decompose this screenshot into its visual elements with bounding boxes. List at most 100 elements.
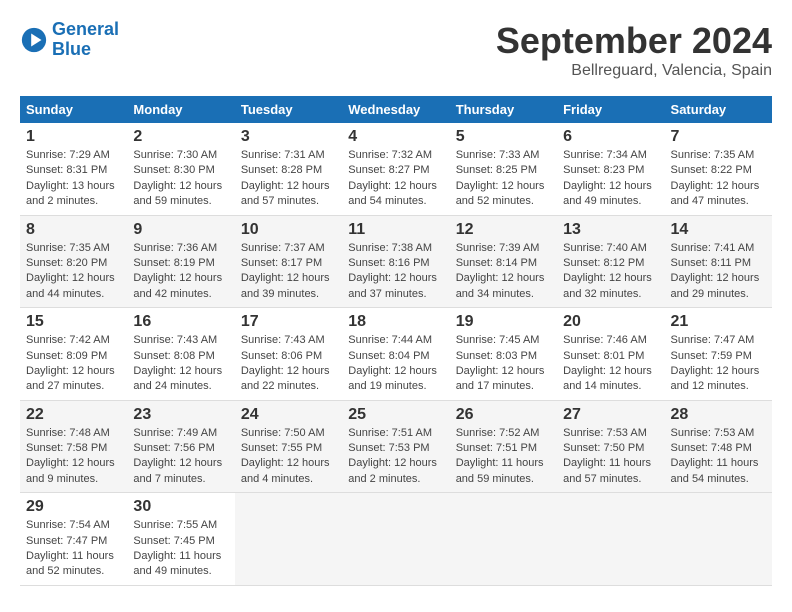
day-number: 9 bbox=[133, 221, 228, 239]
day-info: Sunrise: 7:39 AM Sunset: 8:14 PM Dayligh… bbox=[456, 242, 545, 300]
day-info: Sunrise: 7:29 AM Sunset: 8:31 PM Dayligh… bbox=[26, 149, 115, 207]
day-number: 20 bbox=[563, 313, 658, 331]
calendar-day-cell bbox=[665, 493, 772, 586]
weekday-header-row: Sunday Monday Tuesday Wednesday Thursday… bbox=[20, 96, 772, 123]
page-header: GeneralBlue September 2024 Bellreguard, … bbox=[20, 20, 772, 80]
day-info: Sunrise: 7:51 AM Sunset: 7:53 PM Dayligh… bbox=[348, 427, 437, 485]
day-number: 24 bbox=[241, 406, 336, 424]
day-number: 1 bbox=[26, 128, 121, 146]
calendar-day-cell: 8 Sunrise: 7:35 AM Sunset: 8:20 PM Dayli… bbox=[20, 215, 127, 308]
day-info: Sunrise: 7:41 AM Sunset: 8:11 PM Dayligh… bbox=[671, 242, 760, 300]
day-number: 2 bbox=[133, 128, 228, 146]
day-number: 22 bbox=[26, 406, 121, 424]
day-info: Sunrise: 7:48 AM Sunset: 7:58 PM Dayligh… bbox=[26, 427, 115, 485]
day-number: 28 bbox=[671, 406, 766, 424]
day-number: 11 bbox=[348, 221, 443, 239]
calendar-day-cell: 23 Sunrise: 7:49 AM Sunset: 7:56 PM Dayl… bbox=[127, 400, 234, 493]
day-info: Sunrise: 7:43 AM Sunset: 8:06 PM Dayligh… bbox=[241, 334, 330, 392]
header-tuesday: Tuesday bbox=[235, 96, 342, 123]
day-number: 19 bbox=[456, 313, 551, 331]
day-number: 26 bbox=[456, 406, 551, 424]
day-number: 29 bbox=[26, 498, 121, 516]
day-info: Sunrise: 7:31 AM Sunset: 8:28 PM Dayligh… bbox=[241, 149, 330, 207]
day-info: Sunrise: 7:42 AM Sunset: 8:09 PM Dayligh… bbox=[26, 334, 115, 392]
header-friday: Friday bbox=[557, 96, 664, 123]
calendar-day-cell bbox=[235, 493, 342, 586]
day-info: Sunrise: 7:33 AM Sunset: 8:25 PM Dayligh… bbox=[456, 149, 545, 207]
header-sunday: Sunday bbox=[20, 96, 127, 123]
calendar-table: Sunday Monday Tuesday Wednesday Thursday… bbox=[20, 96, 772, 586]
calendar-day-cell: 6 Sunrise: 7:34 AM Sunset: 8:23 PM Dayli… bbox=[557, 123, 664, 215]
day-number: 14 bbox=[671, 221, 766, 239]
day-number: 7 bbox=[671, 128, 766, 146]
header-saturday: Saturday bbox=[665, 96, 772, 123]
day-info: Sunrise: 7:36 AM Sunset: 8:19 PM Dayligh… bbox=[133, 242, 222, 300]
calendar-day-cell bbox=[342, 493, 449, 586]
calendar-day-cell: 7 Sunrise: 7:35 AM Sunset: 8:22 PM Dayli… bbox=[665, 123, 772, 215]
calendar-day-cell: 27 Sunrise: 7:53 AM Sunset: 7:50 PM Dayl… bbox=[557, 400, 664, 493]
day-info: Sunrise: 7:43 AM Sunset: 8:08 PM Dayligh… bbox=[133, 334, 222, 392]
day-info: Sunrise: 7:35 AM Sunset: 8:22 PM Dayligh… bbox=[671, 149, 760, 207]
day-number: 8 bbox=[26, 221, 121, 239]
logo: GeneralBlue bbox=[20, 20, 119, 60]
day-info: Sunrise: 7:47 AM Sunset: 7:59 PM Dayligh… bbox=[671, 334, 760, 392]
day-number: 15 bbox=[26, 313, 121, 331]
header-thursday: Thursday bbox=[450, 96, 557, 123]
calendar-day-cell: 18 Sunrise: 7:44 AM Sunset: 8:04 PM Dayl… bbox=[342, 308, 449, 401]
day-info: Sunrise: 7:53 AM Sunset: 7:50 PM Dayligh… bbox=[563, 427, 651, 485]
day-number: 23 bbox=[133, 406, 228, 424]
calendar-day-cell: 17 Sunrise: 7:43 AM Sunset: 8:06 PM Dayl… bbox=[235, 308, 342, 401]
calendar-day-cell: 24 Sunrise: 7:50 AM Sunset: 7:55 PM Dayl… bbox=[235, 400, 342, 493]
day-info: Sunrise: 7:37 AM Sunset: 8:17 PM Dayligh… bbox=[241, 242, 330, 300]
calendar-day-cell: 15 Sunrise: 7:42 AM Sunset: 8:09 PM Dayl… bbox=[20, 308, 127, 401]
day-info: Sunrise: 7:54 AM Sunset: 7:47 PM Dayligh… bbox=[26, 519, 114, 577]
day-number: 21 bbox=[671, 313, 766, 331]
day-info: Sunrise: 7:35 AM Sunset: 8:20 PM Dayligh… bbox=[26, 242, 115, 300]
day-number: 10 bbox=[241, 221, 336, 239]
day-info: Sunrise: 7:50 AM Sunset: 7:55 PM Dayligh… bbox=[241, 427, 330, 485]
day-info: Sunrise: 7:44 AM Sunset: 8:04 PM Dayligh… bbox=[348, 334, 437, 392]
logo-text: GeneralBlue bbox=[52, 20, 119, 60]
calendar-day-cell bbox=[450, 493, 557, 586]
day-number: 30 bbox=[133, 498, 228, 516]
calendar-day-cell: 11 Sunrise: 7:38 AM Sunset: 8:16 PM Dayl… bbox=[342, 215, 449, 308]
day-info: Sunrise: 7:32 AM Sunset: 8:27 PM Dayligh… bbox=[348, 149, 437, 207]
calendar-week-row: 8 Sunrise: 7:35 AM Sunset: 8:20 PM Dayli… bbox=[20, 215, 772, 308]
calendar-day-cell: 30 Sunrise: 7:55 AM Sunset: 7:45 PM Dayl… bbox=[127, 493, 234, 586]
day-info: Sunrise: 7:30 AM Sunset: 8:30 PM Dayligh… bbox=[133, 149, 222, 207]
day-number: 4 bbox=[348, 128, 443, 146]
day-info: Sunrise: 7:55 AM Sunset: 7:45 PM Dayligh… bbox=[133, 519, 221, 577]
calendar-day-cell: 29 Sunrise: 7:54 AM Sunset: 7:47 PM Dayl… bbox=[20, 493, 127, 586]
calendar-day-cell: 19 Sunrise: 7:45 AM Sunset: 8:03 PM Dayl… bbox=[450, 308, 557, 401]
day-info: Sunrise: 7:49 AM Sunset: 7:56 PM Dayligh… bbox=[133, 427, 222, 485]
calendar-day-cell: 16 Sunrise: 7:43 AM Sunset: 8:08 PM Dayl… bbox=[127, 308, 234, 401]
day-number: 3 bbox=[241, 128, 336, 146]
calendar-day-cell: 26 Sunrise: 7:52 AM Sunset: 7:51 PM Dayl… bbox=[450, 400, 557, 493]
day-info: Sunrise: 7:45 AM Sunset: 8:03 PM Dayligh… bbox=[456, 334, 545, 392]
calendar-day-cell: 3 Sunrise: 7:31 AM Sunset: 8:28 PM Dayli… bbox=[235, 123, 342, 215]
calendar-day-cell: 5 Sunrise: 7:33 AM Sunset: 8:25 PM Dayli… bbox=[450, 123, 557, 215]
logo-icon bbox=[20, 26, 48, 54]
day-info: Sunrise: 7:52 AM Sunset: 7:51 PM Dayligh… bbox=[456, 427, 544, 485]
day-number: 17 bbox=[241, 313, 336, 331]
calendar-day-cell: 1 Sunrise: 7:29 AM Sunset: 8:31 PM Dayli… bbox=[20, 123, 127, 215]
day-number: 25 bbox=[348, 406, 443, 424]
calendar-day-cell: 13 Sunrise: 7:40 AM Sunset: 8:12 PM Dayl… bbox=[557, 215, 664, 308]
title-area: September 2024 Bellreguard, Valencia, Sp… bbox=[496, 20, 772, 80]
calendar-day-cell: 25 Sunrise: 7:51 AM Sunset: 7:53 PM Dayl… bbox=[342, 400, 449, 493]
header-wednesday: Wednesday bbox=[342, 96, 449, 123]
calendar-day-cell: 22 Sunrise: 7:48 AM Sunset: 7:58 PM Dayl… bbox=[20, 400, 127, 493]
calendar-week-row: 22 Sunrise: 7:48 AM Sunset: 7:58 PM Dayl… bbox=[20, 400, 772, 493]
calendar-day-cell: 28 Sunrise: 7:53 AM Sunset: 7:48 PM Dayl… bbox=[665, 400, 772, 493]
calendar-day-cell: 21 Sunrise: 7:47 AM Sunset: 7:59 PM Dayl… bbox=[665, 308, 772, 401]
day-number: 6 bbox=[563, 128, 658, 146]
calendar-week-row: 1 Sunrise: 7:29 AM Sunset: 8:31 PM Dayli… bbox=[20, 123, 772, 215]
calendar-week-row: 29 Sunrise: 7:54 AM Sunset: 7:47 PM Dayl… bbox=[20, 493, 772, 586]
calendar-day-cell: 4 Sunrise: 7:32 AM Sunset: 8:27 PM Dayli… bbox=[342, 123, 449, 215]
day-number: 16 bbox=[133, 313, 228, 331]
day-info: Sunrise: 7:40 AM Sunset: 8:12 PM Dayligh… bbox=[563, 242, 652, 300]
calendar-day-cell bbox=[557, 493, 664, 586]
location-title: Bellreguard, Valencia, Spain bbox=[496, 62, 772, 80]
calendar-day-cell: 9 Sunrise: 7:36 AM Sunset: 8:19 PM Dayli… bbox=[127, 215, 234, 308]
day-number: 18 bbox=[348, 313, 443, 331]
